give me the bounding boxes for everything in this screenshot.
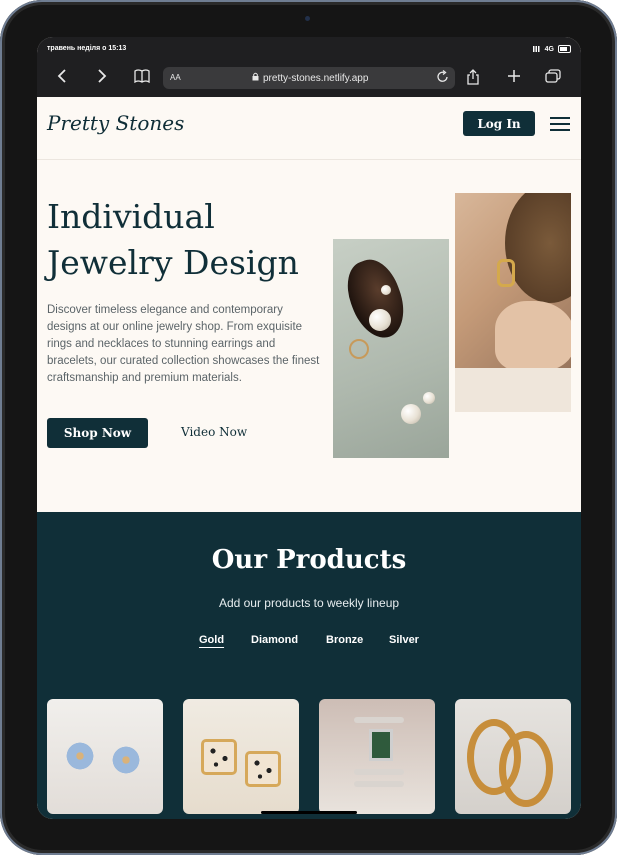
home-indicator[interactable]	[261, 811, 357, 814]
gold-earring	[497, 259, 515, 287]
site-logo[interactable]: Pretty Stones	[47, 111, 184, 135]
products-title: Our Products	[211, 545, 407, 575]
chevron-right-icon[interactable]	[97, 69, 107, 87]
tab-diamond[interactable]: Diamond	[251, 634, 298, 646]
status-time: травень неділя о 15:13	[47, 45, 127, 52]
battery-icon	[558, 45, 571, 53]
text-size-button[interactable]: AA	[170, 73, 181, 82]
address-bar[interactable]: AA pretty-stones.netlify.app	[163, 67, 455, 89]
pearl	[381, 285, 391, 295]
gold-hoop	[499, 731, 553, 807]
flower-earring	[109, 743, 143, 777]
ring-band	[354, 769, 404, 775]
url-text: pretty-stones.netlify.app	[263, 73, 369, 84]
login-button[interactable]: Log In	[463, 111, 535, 136]
ring-band	[354, 717, 404, 723]
stud-earring	[201, 739, 237, 775]
hero-title: Individual Jewelry Design	[47, 197, 299, 282]
pearl	[369, 309, 391, 331]
hero-image-shell-pearls	[333, 239, 449, 458]
products-section: Our Products Add our products to weekly …	[37, 512, 581, 819]
sweater-shape	[455, 368, 571, 412]
tablet-frame: травень неділя о 15:13 4G AA pretty-ston…	[0, 0, 617, 855]
flower-earring	[63, 739, 97, 773]
ring	[349, 339, 369, 359]
stud-earring	[245, 751, 281, 787]
pearl	[401, 404, 421, 424]
tab-silver[interactable]: Silver	[389, 634, 419, 646]
shop-now-button[interactable]: Shop Now	[47, 418, 148, 448]
product-card-flower-earrings[interactable]	[47, 699, 163, 814]
tab-gold[interactable]: Gold	[199, 634, 224, 646]
tab-bronze[interactable]: Bronze	[326, 634, 363, 646]
chevron-left-icon[interactable]	[57, 69, 67, 87]
emerald-gem	[369, 729, 393, 761]
products-subtitle: Add our products to weekly lineup	[218, 596, 400, 610]
share-icon[interactable]	[467, 69, 479, 89]
signal-icon	[532, 46, 541, 52]
reload-icon[interactable]	[437, 69, 449, 86]
video-now-link[interactable]: Video Now	[181, 425, 247, 439]
pearl	[423, 392, 435, 404]
book-icon[interactable]	[134, 69, 150, 87]
lock-icon	[252, 72, 259, 83]
product-card-emerald-ring[interactable]	[319, 699, 435, 814]
hair-shape	[505, 193, 571, 303]
camera	[305, 16, 310, 21]
header-divider	[37, 159, 581, 160]
hamburger-menu-icon[interactable]	[550, 117, 570, 131]
shell-shape	[338, 252, 414, 346]
product-tabs: Gold Diamond Bronze Silver	[37, 634, 581, 652]
hand-shape	[495, 301, 571, 371]
web-page: Pretty Stones Log In Individual Jewelry …	[37, 97, 581, 819]
status-indicators: 4G	[532, 45, 571, 53]
plus-icon[interactable]	[507, 69, 521, 87]
tabs-icon[interactable]	[545, 69, 561, 87]
hero-description: Discover timeless elegance and contempor…	[47, 304, 320, 384]
product-card-stud-earrings[interactable]	[183, 699, 299, 814]
ring-band	[354, 781, 404, 787]
product-card-gold-hoops[interactable]	[455, 699, 571, 814]
screen: травень неділя о 15:13 4G AA pretty-ston…	[37, 37, 581, 819]
browser-chrome: травень неділя о 15:13 4G AA pretty-ston…	[37, 37, 581, 97]
hero-image-earring-model	[455, 193, 571, 412]
network-label: 4G	[544, 45, 554, 53]
